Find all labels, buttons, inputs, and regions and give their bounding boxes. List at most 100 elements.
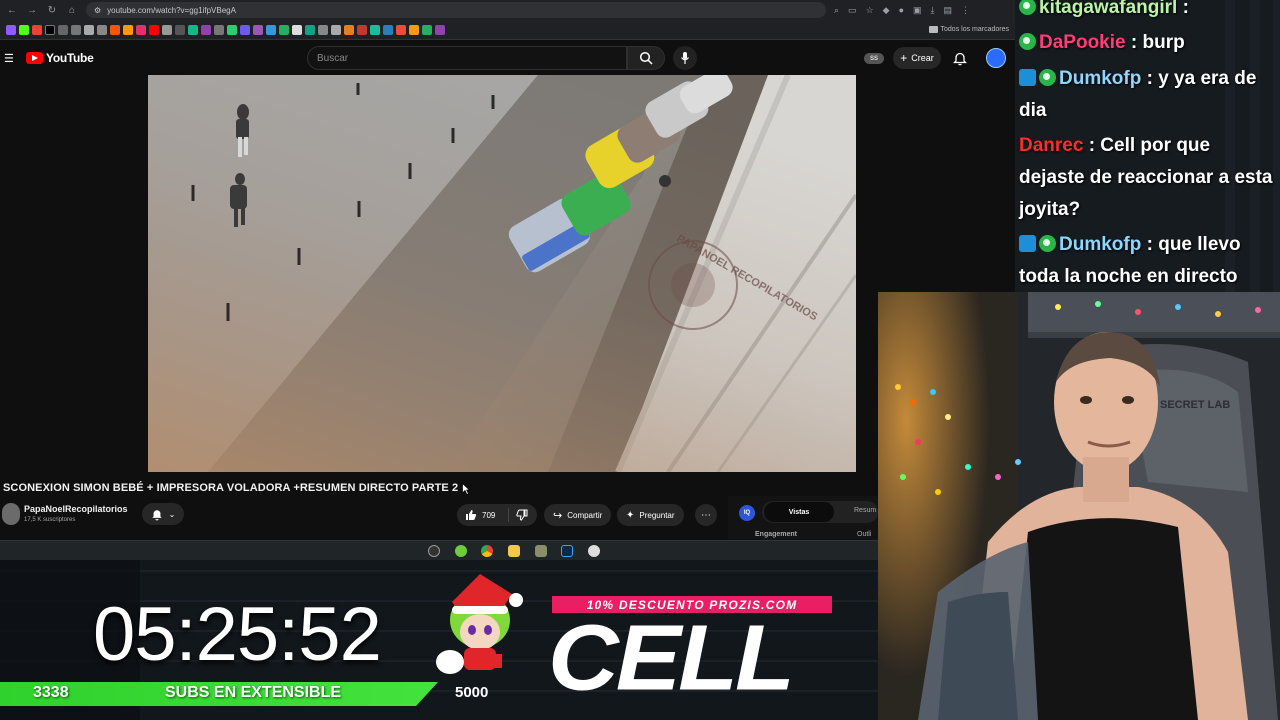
notifications-button[interactable] xyxy=(952,51,968,71)
bookmark-icon[interactable] xyxy=(188,24,198,35)
chrome-icon[interactable] xyxy=(481,545,493,557)
bookmark-icon[interactable] xyxy=(383,24,393,35)
bookmark-icon[interactable] xyxy=(331,24,341,35)
reload-icon[interactable]: ↻ xyxy=(46,5,58,16)
subscription-bell-button[interactable]: ⌄ xyxy=(142,503,184,525)
voice-search-button[interactable] xyxy=(673,46,697,70)
bookmark-icon[interactable] xyxy=(71,24,81,35)
tab-vistas[interactable]: Vistas xyxy=(764,502,834,522)
sidebar-icon[interactable]: ▤ xyxy=(944,5,953,16)
chat-message: Danrec : Cell por que dejaste de reaccio… xyxy=(1019,130,1277,226)
bookmark-icon[interactable] xyxy=(344,24,354,35)
thumbs-down-icon xyxy=(516,509,528,521)
chat-text: : xyxy=(1177,0,1189,18)
site-info-icon[interactable]: ⚙ xyxy=(94,6,101,15)
obs-icon[interactable] xyxy=(428,545,440,557)
channel-subscribers: 17,5 K suscriptores xyxy=(24,517,76,523)
chat-username[interactable]: kitagawafangirl xyxy=(1039,0,1177,18)
search-input[interactable]: Buscar xyxy=(307,46,627,70)
extension-icon[interactable]: ◆ xyxy=(883,5,890,16)
chat-text: : burp xyxy=(1125,32,1185,53)
bookmark-icon[interactable] xyxy=(279,24,289,35)
bookmark-icon[interactable] xyxy=(318,24,328,35)
ask-button[interactable]: ✦ Preguntar xyxy=(617,504,684,526)
extension-icon[interactable]: ● xyxy=(899,5,904,16)
extensions-puzzle-icon[interactable]: ▣ xyxy=(913,5,922,16)
zoom-icon[interactable]: ⌕ xyxy=(834,5,839,16)
photoshop-icon[interactable] xyxy=(561,545,573,557)
home-icon[interactable]: ⌂ xyxy=(66,5,78,16)
chat-username[interactable]: Danrec xyxy=(1019,135,1083,156)
chevron-down-icon: ⌄ xyxy=(168,509,176,519)
channel-avatar[interactable] xyxy=(2,503,20,525)
app-icon[interactable] xyxy=(455,545,467,557)
bookmark-icon[interactable] xyxy=(422,24,432,35)
video-player[interactable]: PAPANOEL RECOPILATORIOS xyxy=(148,75,856,472)
youtube-play-icon xyxy=(26,52,43,64)
more-actions-button[interactable]: ⋯ xyxy=(695,504,717,526)
app-icon[interactable] xyxy=(535,545,547,557)
youtube-logo[interactable]: YouTube xyxy=(26,51,94,65)
all-bookmarks-folder[interactable]: Todos los marcadores xyxy=(928,26,1009,33)
chat-username[interactable]: DaPookie xyxy=(1039,32,1126,53)
bookmark-icon[interactable] xyxy=(240,24,250,35)
youtube-bookmark-icon[interactable] xyxy=(149,24,159,35)
youtube-logo-text: YouTube xyxy=(46,51,94,65)
address-bar: ← → ↻ ⌂ ⚙ youtube.com/watch?v=gg1ifpVBeg… xyxy=(0,0,1015,20)
back-icon[interactable]: ← xyxy=(6,5,18,16)
chat-username[interactable]: Dumkofp xyxy=(1059,68,1141,89)
create-button[interactable]: + Crear xyxy=(893,47,941,69)
bookmark-icon[interactable] xyxy=(84,24,94,35)
download-icon[interactable]: ⤓ xyxy=(931,5,935,16)
stream-timer: 05:25:52 xyxy=(93,592,382,677)
tab-resumen[interactable]: Resum xyxy=(854,507,876,514)
share-button[interactable]: ↪ Compartir xyxy=(544,504,612,526)
bookmark-icon[interactable] xyxy=(110,24,120,35)
subs-goal: 5000 xyxy=(455,684,489,701)
star-icon[interactable]: ☆ xyxy=(866,5,874,16)
chat-username[interactable]: Dumkofp xyxy=(1059,234,1141,255)
bookmark-icon[interactable] xyxy=(370,24,380,35)
bookmark-icon[interactable] xyxy=(409,24,419,35)
bookmark-icon[interactable] xyxy=(201,24,211,35)
hamburger-menu-icon[interactable]: ☰ xyxy=(4,52,16,65)
streamer-logo: CELL xyxy=(548,604,795,710)
bookmark-icon[interactable] xyxy=(162,24,172,35)
x-icon[interactable] xyxy=(45,24,55,35)
sparkle-icon: ✦ xyxy=(626,509,635,521)
cast-icon[interactable]: ▭ xyxy=(848,5,857,16)
extension-badge[interactable]: SS xyxy=(864,53,884,64)
kick-icon[interactable] xyxy=(19,24,29,35)
taskbar xyxy=(0,540,1015,560)
instagram-icon[interactable] xyxy=(136,24,146,35)
account-avatar[interactable] xyxy=(986,48,1006,68)
forward-icon[interactable]: → xyxy=(26,5,38,16)
thumbs-up-icon xyxy=(466,510,477,520)
search-button[interactable] xyxy=(627,46,665,70)
channel-name[interactable]: PapaNoelRecopilatorios xyxy=(24,504,128,514)
bookmark-icon[interactable] xyxy=(58,24,68,35)
bookmark-icon[interactable] xyxy=(227,24,237,35)
bookmark-icon[interactable] xyxy=(396,24,406,35)
menu-icon[interactable]: ⋮ xyxy=(961,5,970,16)
prime-badge-icon xyxy=(1019,69,1036,86)
bookmark-icon[interactable] xyxy=(6,24,16,35)
bookmark-icon[interactable] xyxy=(292,24,302,35)
download-bookmark-icon[interactable] xyxy=(97,24,107,35)
bookmark-icon[interactable] xyxy=(435,24,445,35)
bookmark-icon[interactable] xyxy=(253,24,263,35)
bookmark-icon[interactable] xyxy=(357,24,367,35)
bookmark-icon[interactable] xyxy=(123,24,133,35)
share-icon: ↪ xyxy=(553,509,563,522)
bookmark-icon[interactable] xyxy=(266,24,276,35)
url-input[interactable]: ⚙ youtube.com/watch?v=gg1ifpVBegA xyxy=(86,2,826,18)
file-explorer-icon[interactable] xyxy=(508,545,520,557)
dislike-button[interactable] xyxy=(509,509,528,521)
subs-current: 3338 xyxy=(33,684,69,701)
bookmark-icon[interactable] xyxy=(175,24,185,35)
like-button[interactable]: 709 xyxy=(457,508,509,522)
gmail-icon[interactable] xyxy=(32,24,42,35)
app-icon[interactable] xyxy=(588,545,600,557)
bookmark-icon[interactable] xyxy=(305,24,315,35)
bookmark-icon[interactable] xyxy=(214,24,224,35)
